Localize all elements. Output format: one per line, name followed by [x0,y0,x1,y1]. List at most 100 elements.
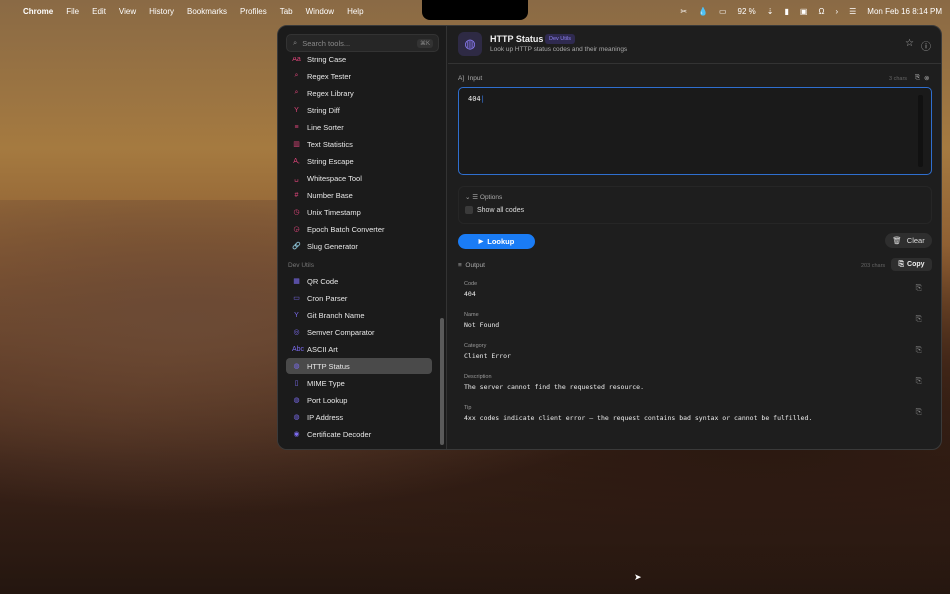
options-toggle[interactable]: ⌄ ☰ Options [465,193,502,201]
tool-icon: Aa [292,57,301,63]
sidebar-item-port-lookup[interactable]: ◍ Port Lookup [286,392,432,408]
sidebar-item-git-branch-name[interactable]: Y Git Branch Name [286,307,432,323]
headphones-icon[interactable]: Ω [818,7,824,16]
textarea-scrollbar[interactable] [918,95,923,167]
tool-icon: ◶ [293,226,300,233]
sidebar-item-unix-timestamp[interactable]: ◷ Unix Timestamp [286,204,432,220]
sidebar-item-cron-parser[interactable]: ▭ Cron Parser [286,290,432,306]
sidebar-item-label: MIME Type [307,378,345,388]
control-icon[interactable]: ⇣ [767,7,774,16]
sidebar-item-string-diff[interactable]: Y String Diff [286,102,432,118]
sidebar-item-label: IP Address [307,412,344,422]
star-icon[interactable]: ☆ [905,38,914,49]
tool-icon: ⌕ [294,72,299,79]
tool-list[interactable]: Aa String Case ⌕ Regex Tester ⌕ Regex Library… [278,57,447,449]
clear-input-icon[interactable]: ⊗ [924,74,929,82]
tool-icon: ▥ [293,141,300,148]
menu-history[interactable]: History [149,7,174,16]
paste-icon[interactable]: ⎘ [915,74,920,82]
field-label: Tip [464,405,472,411]
tool-icon: Abc [292,345,305,353]
input-label-text: Input [467,75,483,82]
copy-field-icon[interactable]: ⎘ [916,283,922,293]
app-window: ⌕ Search tools... ⌘K Aa String Case ⌕ Regex… [277,25,942,450]
copy-label: Copy [907,261,925,268]
tool-icon: Y [294,106,299,114]
field-value: 404 [464,290,476,298]
sidebar-item-label: Epoch Batch Converter [307,224,385,234]
sidebar-item-text-statistics[interactable]: ▥ Text Statistics [286,136,432,152]
sidebar-item-line-sorter[interactable]: ≡ Line Sorter [286,119,432,135]
field-label: Code [464,281,478,287]
sidebar-item-epoch-batch-converter[interactable]: ◶ Epoch Batch Converter [286,221,432,237]
clear-button[interactable]: 🗑 Clear [885,233,932,248]
show-all-codes-checkbox[interactable]: Show all codes [465,206,524,214]
copy-field-icon[interactable]: ⎘ [916,345,922,355]
search-input[interactable]: ⌕ Search tools... ⌘K [286,34,439,52]
sidebar-item-label: Unix Timestamp [307,207,361,217]
menu-window[interactable]: Window [306,7,334,16]
sidebar-item-semver-comparator[interactable]: ◎ Semver Comparator [286,324,432,340]
copy-field-icon[interactable]: ⎘ [916,407,922,417]
tool-icon: ▦ [293,278,300,285]
menu-tab[interactable]: Tab [280,7,293,16]
scrollbar[interactable] [440,318,444,445]
sidebar-item-label: Slug Generator [307,241,358,251]
display-icon[interactable]: ▣ [800,7,808,16]
menu-bookmarks[interactable]: Bookmarks [187,7,227,16]
divider [448,63,941,64]
menu-profiles[interactable]: Profiles [240,7,267,16]
control-center-icon[interactable]: ☰ [849,7,856,16]
copy-field-icon[interactable]: ⎘ [916,376,922,386]
sidebar-item-string-escape[interactable]: A, String Escape [286,153,432,169]
tool-icon: ◍ [293,414,300,421]
clipboard-icon[interactable]: ▮ [784,7,788,16]
menu-file[interactable]: File [66,7,79,16]
sidebar-item-certificate-decoder[interactable]: ◉ Certificate Decoder [286,426,432,442]
chevron-right-icon[interactable]: › [835,7,838,16]
sidebar-item-qr-code[interactable]: ▦ QR Code [286,273,432,289]
menu-help[interactable]: Help [347,7,363,16]
play-icon: ▶ [478,239,484,245]
sidebar-item-label: Git Branch Name [307,310,365,320]
clear-label: Clear [906,236,925,245]
menu-edit[interactable]: Edit [92,7,106,16]
sidebar-item-label: Text Statistics [307,139,353,149]
drop-icon[interactable]: 💧 [698,7,708,16]
sidebar-item-http-status[interactable]: ◍ HTTP Status [286,358,432,374]
sidebar-item-regex-tester[interactable]: ⌕ Regex Tester [286,68,432,84]
tool-icon: ␣ [294,175,299,182]
input-char-count: 3 chars [889,76,908,82]
sidebar: ⌕ Search tools... ⌘K Aa String Case ⌕ Regex… [278,26,447,449]
tools-icon[interactable]: ✂ [680,7,687,16]
sidebar-item-ascii-art[interactable]: Abc ASCII Art [286,341,432,357]
options-panel: ⌄ ☰ Options Show all codes [458,186,932,224]
sidebar-item-number-base[interactable]: # Number Base [286,187,432,203]
clock[interactable]: Mon Feb 16 8:14 PM [867,7,942,16]
battery-percent[interactable]: 92 % [738,7,756,16]
checkbox[interactable] [465,206,473,214]
input-value: 404 [468,95,481,103]
output-lines-icon: ≡ [458,262,462,269]
copy-field-icon[interactable]: ⎘ [916,314,922,324]
input-textarea[interactable]: 404| [458,87,932,175]
menu-view[interactable]: View [119,7,136,16]
input-label: A] Input [458,75,482,82]
sidebar-item-ip-address[interactable]: ◍ IP Address [286,409,432,425]
search-icon: ⌕ [293,38,298,47]
copy-button[interactable]: ⎘ Copy [891,258,932,271]
lookup-label: Lookup [487,237,515,246]
sidebar-item-whitespace-tool[interactable]: ␣ Whitespace Tool [286,170,432,186]
sidebar-item-label: Regex Tester [307,71,352,81]
lookup-button[interactable]: ▶ Lookup [458,234,535,249]
sidebar-item-regex-library[interactable]: ⌕ Regex Library [286,85,432,101]
help-icon[interactable]: ⓘ [921,38,931,53]
sidebar-item-label: Whitespace Tool [307,173,362,183]
sidebar-item-mime-type[interactable]: ▯ MIME Type [286,375,432,391]
sidebar-item-label: Certificate Decoder [307,429,372,439]
menu-app[interactable]: Chrome [23,7,53,16]
search-placeholder: Search tools... [302,38,351,48]
battery-icon[interactable]: ▭ [719,7,727,16]
sidebar-item-string-case[interactable]: Aa String Case [286,57,432,67]
sidebar-item-slug-generator[interactable]: 🔗 Slug Generator [286,238,432,254]
